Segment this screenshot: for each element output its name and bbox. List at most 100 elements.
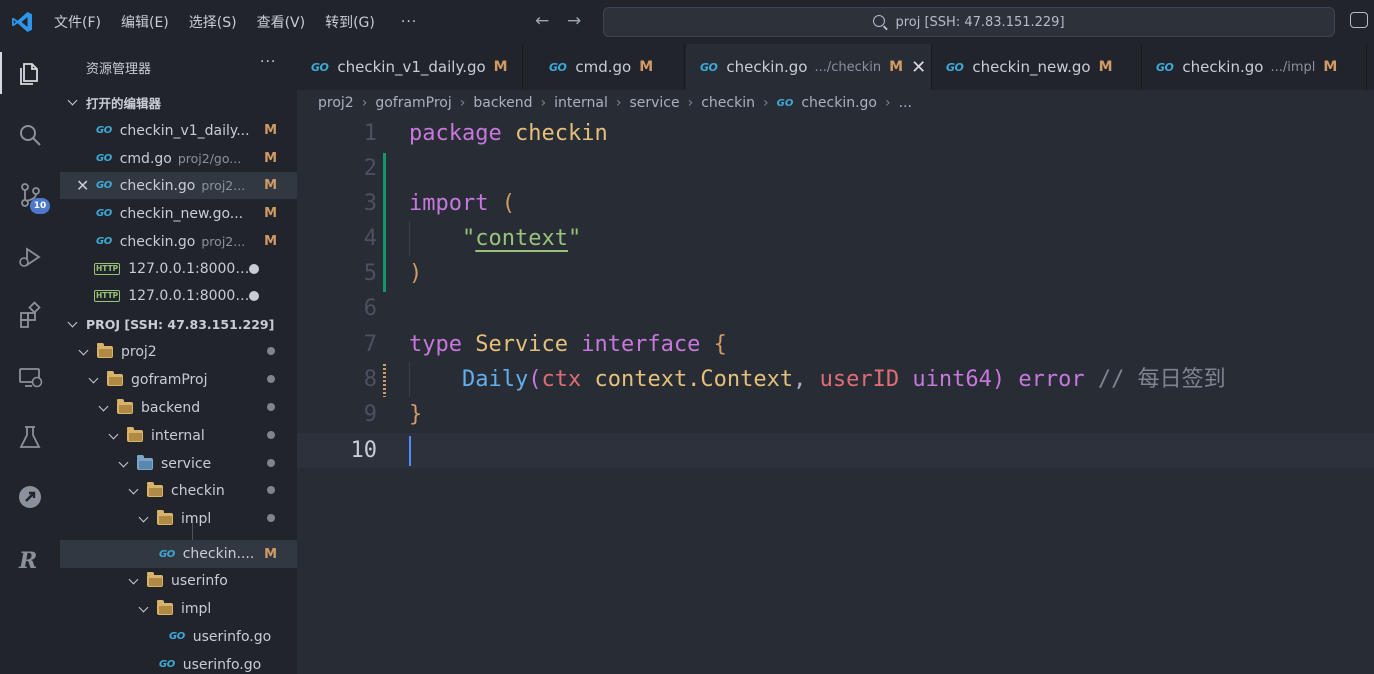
open-editors-header[interactable]: 打开的编辑器 [60,90,297,114]
folder-open-icon [97,342,113,358]
explorer-icon[interactable] [0,48,60,98]
tab-label: checkin_v1_daily.go [337,58,486,76]
go-file-icon: GO [96,208,112,219]
chevron-down-icon [88,373,99,383]
search-icon[interactable] [0,110,60,160]
back-arrow-icon[interactable]: ← [535,11,549,31]
source-control-icon[interactable]: 10 [0,170,60,220]
tree-folder-service[interactable]: service [60,450,297,477]
open-editor-item[interactable]: GO cmd.go proj2/go... M [60,145,297,172]
tree-folder-backend[interactable]: backend [60,394,297,421]
modified-badge: M [1098,59,1113,75]
code-line-current: 10 [297,433,1374,468]
breadcrumb-item[interactable]: internal [554,95,608,111]
type-token: context.Context [594,367,794,392]
breadcrumb-item[interactable]: checkin [701,95,755,111]
tree-folder-userinfo-impl[interactable]: impl [60,595,297,622]
unsaved-dot-icon [249,264,259,274]
open-editor-item[interactable]: GO checkin_new.go... M [60,200,297,227]
close-icon[interactable]: ✕ [911,57,926,78]
tab-checkin-active[interactable]: GO checkin.go .../checkin M ✕ [686,44,932,90]
tree-folder-checkin[interactable]: checkin [60,477,297,504]
command-center-search[interactable]: proj [SSH: 47.83.151.229] [603,7,1335,37]
remote-explorer-icon[interactable] [0,352,60,402]
breadcrumb-item[interactable]: checkin.go [801,95,877,111]
modified-badge: M [264,546,277,562]
chevron-down-icon [128,574,139,584]
tree-folder-internal[interactable]: internal [60,422,297,449]
keyword-token: import [409,191,489,216]
open-editor-item[interactable]: GO checkin.go proj2... M [60,228,297,255]
explorer-more-button[interactable]: ··· [260,54,276,70]
modified-dot-icon [267,486,275,494]
tab-checkin-v1-daily[interactable]: GO checkin_v1_daily.go M [297,44,523,90]
activity-bar: 10 R [0,44,60,674]
tab-label: checkin.go [726,58,808,76]
line-number: 4 [363,226,377,251]
tree-item-label: checkin [171,482,225,499]
modified-badge: M [1323,59,1338,75]
breadcrumb: proj2 › goframProj › backend › internal › se… [318,91,912,115]
forward-arrow-icon[interactable]: → [567,11,581,31]
comma-token: , [793,367,820,392]
modified-dot-icon [267,459,275,467]
modified-badge: M [493,59,508,75]
vscode-logo-icon [12,12,32,32]
tree-folder-impl[interactable]: impl [60,505,297,532]
open-editor-item[interactable]: HTTP 127.0.0.1:8000/... [60,282,297,309]
tree-file-userinfo-impl[interactable]: GO userinfo.go [60,623,297,650]
breadcrumb-item[interactable]: service [629,95,679,111]
tree-folder-goframproj[interactable]: goframProj [60,366,297,393]
run-debug-icon[interactable] [0,232,60,282]
menu-more-button[interactable]: ··· [401,14,417,30]
keyword-token: type [409,332,462,357]
line-number: 5 [363,261,377,286]
open-editor-item[interactable]: HTTP 127.0.0.1:8000/... [60,255,297,282]
breadcrumb-item[interactable]: backend [473,95,532,111]
tab-cmd[interactable]: GO cmd.go M [535,44,685,90]
tree-folder-proj2[interactable]: proj2 [60,338,297,365]
extensions-icon[interactable] [0,290,60,340]
breadcrumb-item[interactable]: ... [899,95,912,111]
open-editor-item-active[interactable]: ✕ GO checkin.go proj2... M [60,172,297,199]
tab-checkin-impl[interactable]: GO checkin.go .../impl M [1142,44,1367,90]
tree-folder-userinfo[interactable]: userinfo [60,567,297,594]
chevron-right-icon: › [540,95,547,111]
tree-item-label: impl [181,510,212,527]
code-editor[interactable]: 1 package checkin 2 3 import ( 4 "contex… [297,116,1374,674]
go-file-icon: GO [776,97,794,109]
modified-dot-icon [267,375,275,383]
modified-badge: M [264,151,277,166]
text-cursor [409,436,411,466]
tab-description: .../impl [1270,59,1316,75]
project-header[interactable]: PROJ [SSH: 47.83.151.229] [60,312,297,336]
tab-checkin-new[interactable]: GO checkin_new.go M [932,44,1142,90]
menu-view[interactable]: 查看(V) [257,12,306,32]
line-number: 3 [363,191,377,216]
chevron-right-icon: › [459,95,466,111]
chevron-down-icon [78,345,89,355]
code-line: 7 type Service interface { [297,327,1374,362]
testing-icon[interactable] [0,412,60,462]
open-editor-item[interactable]: GO checkin_v1_daily... M [60,117,297,144]
editor-tab-bar: GO checkin_v1_daily.go M GO cmd.go M GO … [297,44,1374,90]
open-editor-name: checkin_v1_daily... [119,122,250,139]
go-file-icon: GO [700,60,718,74]
explorer-sidebar: 资源管理器 ··· 打开的编辑器 GO checkin_v1_daily... … [60,44,297,674]
gitlens-icon[interactable] [0,472,60,522]
breadcrumb-item[interactable]: goframProj [375,95,451,111]
extension-r-icon[interactable]: R [0,534,60,584]
menu-selection[interactable]: 选择(S) [189,12,237,32]
open-editor-path: proj2... [201,234,246,249]
menu-edit[interactable]: 编辑(E) [121,12,169,32]
tree-file-checkin-impl[interactable]: GO checkin.... M [60,540,297,568]
string-token: context [475,226,568,251]
close-icon[interactable]: ✕ [76,176,89,195]
menu-file[interactable]: 文件(F) [54,12,101,32]
breadcrumb-item[interactable]: proj2 [318,95,354,111]
chat-icon[interactable] [1350,12,1368,28]
open-editors-title: 打开的编辑器 [86,95,162,111]
tree-file-userinfo[interactable]: GO userinfo.go [60,651,297,674]
menu-go[interactable]: 转到(G) [325,12,375,32]
string-quote-token: " [461,226,476,251]
